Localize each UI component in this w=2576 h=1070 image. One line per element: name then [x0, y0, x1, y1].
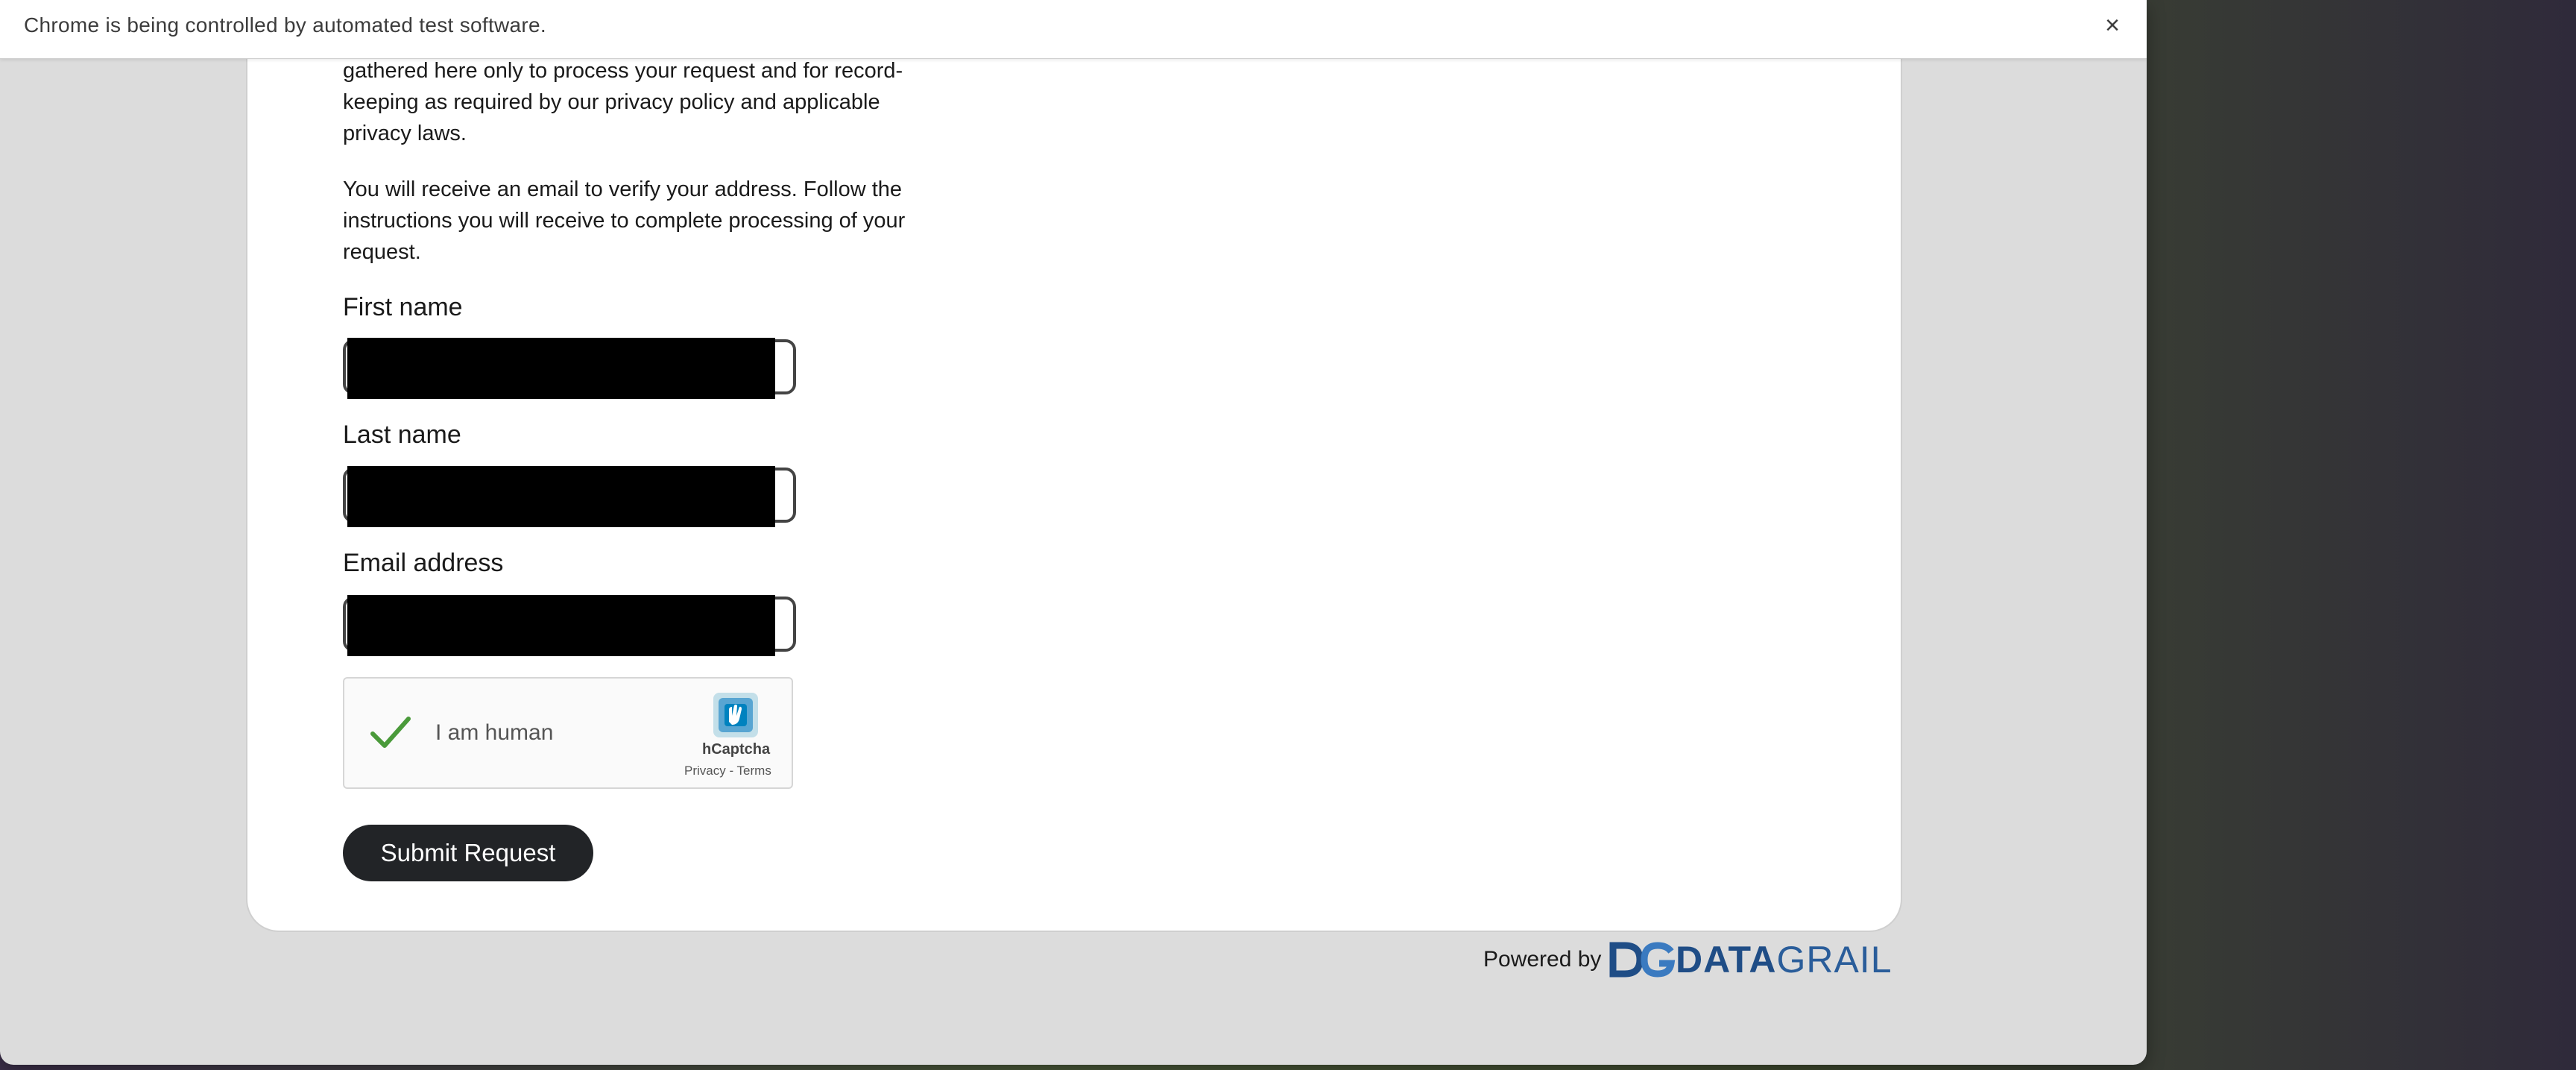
email-label: Email address	[343, 549, 504, 577]
infobar-message: Chrome is being controlled by automated …	[24, 13, 546, 37]
captcha-label: I am human	[435, 720, 554, 745]
brand-bold: DATA	[1676, 939, 1777, 981]
last-name-label: Last name	[343, 421, 461, 449]
captcha-terms-link[interactable]: Terms	[737, 764, 771, 778]
redaction-block	[347, 466, 775, 527]
checkmark-icon[interactable]	[367, 708, 414, 756]
last-name-field[interactable]	[343, 466, 796, 527]
captcha-link-separator: -	[725, 764, 737, 778]
automation-infobar: Chrome is being controlled by automated …	[0, 0, 2147, 59]
hcaptcha-widget[interactable]: I am human hCaptcha Privacy - Terms	[343, 677, 793, 789]
datagrail-logo-icon	[1609, 942, 1676, 978]
redaction-block	[347, 595, 775, 656]
redaction-block	[347, 338, 775, 399]
close-icon[interactable]: ×	[2097, 10, 2127, 40]
datagrail-wordmark: DATAGRAIL	[1676, 938, 1892, 981]
first-name-label: First name	[343, 293, 463, 321]
captcha-brand: hCaptcha	[702, 741, 771, 758]
verification-paragraph: You will receive an email to verify your…	[343, 177, 906, 264]
captcha-privacy-link[interactable]: Privacy	[684, 764, 726, 778]
brand-light: GRAIL	[1776, 939, 1892, 981]
browser-window: Chrome is being controlled by automated …	[0, 0, 2147, 1065]
submit-request-button[interactable]: Submit Request	[343, 825, 593, 881]
email-field[interactable]	[343, 595, 796, 656]
powered-by-label: Powered by	[1483, 947, 1602, 972]
privacy-paragraph: gathered here only to process your reque…	[343, 59, 903, 145]
first-name-field[interactable]	[343, 338, 796, 399]
hcaptcha-logo-icon	[713, 693, 758, 737]
captcha-links: Privacy - Terms	[684, 764, 771, 778]
